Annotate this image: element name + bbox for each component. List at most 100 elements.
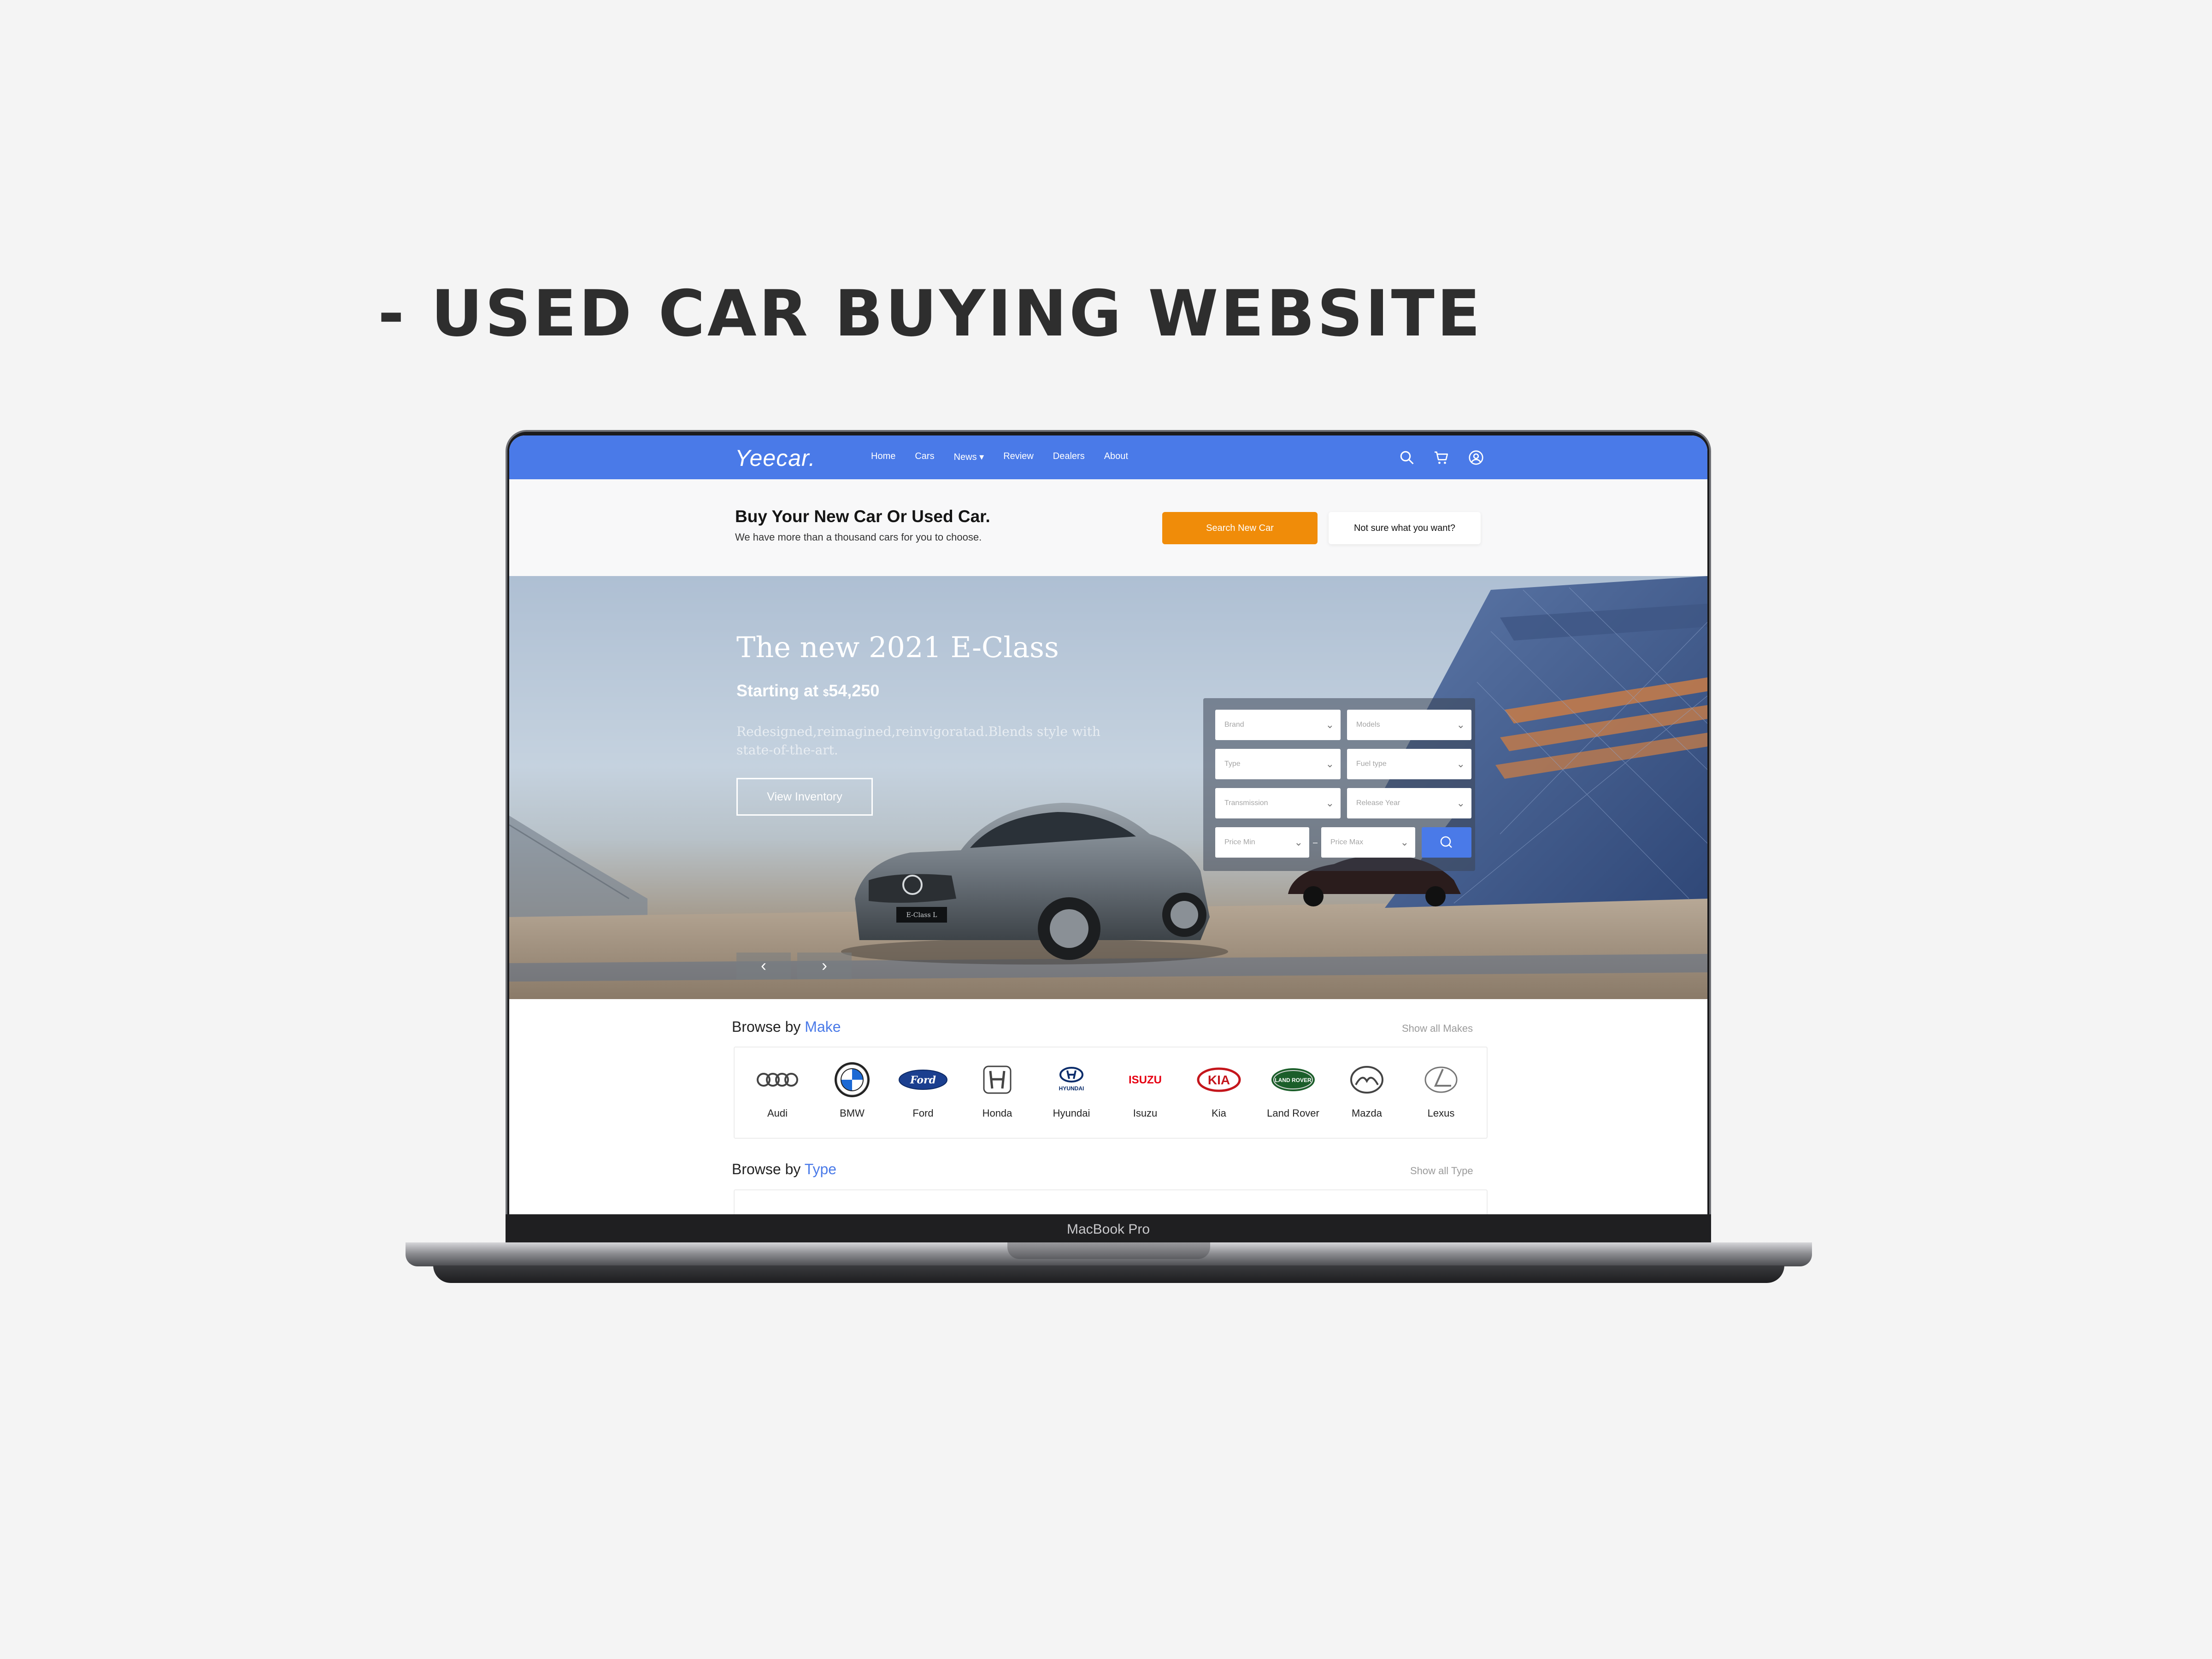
make-label: BMW xyxy=(840,1107,865,1119)
fuel-type-select-label: Fuel type xyxy=(1356,760,1387,768)
make-ford[interactable]: Ford Ford xyxy=(888,1061,958,1119)
audi-logo-icon xyxy=(752,1061,803,1098)
price-min-select-label: Price Min xyxy=(1224,838,1255,846)
types-list xyxy=(734,1189,1488,1214)
price-max-select-label: Price Max xyxy=(1330,838,1364,846)
navbar: Yeecar. Home Cars News ▾ Review Dealers … xyxy=(509,435,1707,479)
make-kia[interactable]: KIA Kia xyxy=(1184,1061,1253,1119)
make-isuzu[interactable]: ISUZU Isuzu xyxy=(1111,1061,1180,1119)
chevron-down-icon: ⌄ xyxy=(1400,836,1409,848)
laptop-screen: Yeecar. Home Cars News ▾ Review Dealers … xyxy=(509,435,1707,1214)
chevron-down-icon: ⌄ xyxy=(1456,797,1465,809)
license-plate: E-Class L xyxy=(906,912,937,919)
svg-text:HYUNDAI: HYUNDAI xyxy=(1059,1085,1084,1092)
make-label: Isuzu xyxy=(1133,1107,1158,1119)
cart-icon[interactable] xyxy=(1433,449,1450,466)
chevron-down-icon: ⌄ xyxy=(1294,836,1303,848)
hero-price: Starting at $54,250 xyxy=(736,681,879,700)
lexus-logo-icon xyxy=(1416,1061,1466,1098)
laptop-chin: MacBook Pro xyxy=(506,1214,1711,1244)
search-new-car-button[interactable]: Search New Car xyxy=(1162,512,1318,544)
land-rover-logo-icon: LAND ROVER xyxy=(1268,1061,1318,1098)
models-select[interactable]: Models ⌄ xyxy=(1347,710,1471,740)
make-label: Kia xyxy=(1212,1107,1226,1119)
nav-news[interactable]: News ▾ xyxy=(954,451,984,463)
make-hyundai[interactable]: HYUNDAI Hyundai xyxy=(1037,1061,1106,1119)
promo-title: Buy Your New Car Or Used Car. xyxy=(735,507,990,526)
makes-list: Audi BMW Ford Ford Honda HYUNDAI Hyundai xyxy=(734,1047,1488,1139)
transmission-select[interactable]: Transmission ⌄ xyxy=(1215,788,1341,818)
show-all-type-link[interactable]: Show all Type xyxy=(1410,1165,1473,1177)
fuel-type-select[interactable]: Fuel type ⌄ xyxy=(1347,749,1471,779)
price-min-select[interactable]: Price Min ⌄ xyxy=(1215,827,1309,858)
hero-price-prefix: Starting at xyxy=(736,681,824,700)
search-icon xyxy=(1440,836,1452,848)
search-icon[interactable] xyxy=(1399,449,1415,466)
hero-description: Redesigned,reimagined,reinvigoratad.Blen… xyxy=(736,724,1101,758)
nav-review[interactable]: Review xyxy=(1003,451,1034,463)
filter-search-button[interactable] xyxy=(1422,827,1471,858)
nav-about[interactable]: About xyxy=(1104,451,1128,463)
not-sure-button[interactable]: Not sure what you want? xyxy=(1329,512,1481,544)
hyundai-logo-icon: HYUNDAI xyxy=(1046,1061,1097,1098)
promo-bar: Buy Your New Car Or Used Car. We have mo… xyxy=(509,479,1707,576)
price-range-separator: – xyxy=(1312,838,1318,847)
honda-logo-icon xyxy=(972,1061,1023,1098)
price-max-select[interactable]: Price Max ⌄ xyxy=(1321,827,1415,858)
make-label: Audi xyxy=(767,1107,788,1119)
svg-text:KIA: KIA xyxy=(1208,1073,1230,1087)
make-label: Mazda xyxy=(1351,1107,1382,1119)
carousel-next-button[interactable]: › xyxy=(797,953,852,979)
svg-text:LAND ROVER: LAND ROVER xyxy=(1275,1077,1312,1083)
chevron-down-icon: ⌄ xyxy=(1325,719,1334,730)
models-select-label: Models xyxy=(1356,721,1380,729)
nav-dealers[interactable]: Dealers xyxy=(1053,451,1085,463)
browse-by-type-title: Browse by Type xyxy=(732,1161,836,1178)
bmw-logo-icon xyxy=(827,1061,877,1098)
hero-price-value: 54,250 xyxy=(829,681,880,700)
brand-select-label: Brand xyxy=(1224,721,1244,729)
browse-type-accent: Type xyxy=(804,1161,837,1177)
laptop-base-bottom xyxy=(433,1265,1784,1283)
promo-subtitle: We have more than a thousand cars for yo… xyxy=(735,531,982,543)
carousel-prev-button[interactable]: ‹ xyxy=(736,953,791,979)
search-filter-panel: Brand ⌄ Models ⌄ Type ⌄ Fuel type ⌄ Transmis… xyxy=(1203,698,1475,871)
browse-make-prefix: Browse by xyxy=(732,1018,805,1035)
type-select[interactable]: Type ⌄ xyxy=(1215,749,1341,779)
isuzu-logo-icon: ISUZU xyxy=(1120,1061,1171,1098)
release-year-select-label: Release Year xyxy=(1356,799,1400,807)
make-label: Land Rover xyxy=(1267,1107,1319,1119)
brand-select[interactable]: Brand ⌄ xyxy=(1215,710,1341,740)
make-land-rover[interactable]: LAND ROVER Land Rover xyxy=(1259,1061,1328,1119)
user-icon[interactable] xyxy=(1468,449,1484,466)
release-year-select[interactable]: Release Year ⌄ xyxy=(1347,788,1471,818)
chevron-down-icon: ⌄ xyxy=(1456,719,1465,730)
make-label: Lexus xyxy=(1427,1107,1455,1119)
nav-home[interactable]: Home xyxy=(871,451,895,463)
browse-type-prefix: Browse by xyxy=(732,1161,805,1177)
make-honda[interactable]: Honda xyxy=(963,1061,1032,1119)
svg-text:ISUZU: ISUZU xyxy=(1129,1074,1162,1086)
hero-background-image xyxy=(509,576,1707,999)
site-logo[interactable]: Yeecar. xyxy=(735,445,816,471)
make-lexus[interactable]: Lexus xyxy=(1406,1061,1476,1119)
type-select-label: Type xyxy=(1224,760,1241,768)
make-mazda[interactable]: Mazda xyxy=(1332,1061,1401,1119)
make-audi[interactable]: Audi xyxy=(743,1061,812,1119)
hero-price-currency: $ xyxy=(823,687,829,699)
laptop-hinge-notch xyxy=(1007,1242,1210,1259)
show-all-makes-link[interactable]: Show all Makes xyxy=(1402,1023,1473,1035)
nav-cars[interactable]: Cars xyxy=(915,451,934,463)
mazda-logo-icon xyxy=(1341,1061,1392,1098)
view-inventory-button[interactable]: View Inventory xyxy=(736,778,873,816)
nav-links: Home Cars News ▾ Review Dealers About xyxy=(871,451,1147,463)
page-heading: - USED CAR BUYING WEBSITE xyxy=(378,276,1483,351)
hero-title: The new 2021 E-Class xyxy=(736,630,1059,664)
make-label: Hyundai xyxy=(1053,1107,1090,1119)
make-label: Ford xyxy=(912,1107,934,1119)
chevron-down-icon: ⌄ xyxy=(1325,797,1334,809)
make-bmw[interactable]: BMW xyxy=(818,1061,887,1119)
kia-logo-icon: KIA xyxy=(1194,1061,1244,1098)
transmission-select-label: Transmission xyxy=(1224,799,1268,807)
svg-text:Ford: Ford xyxy=(910,1074,936,1086)
